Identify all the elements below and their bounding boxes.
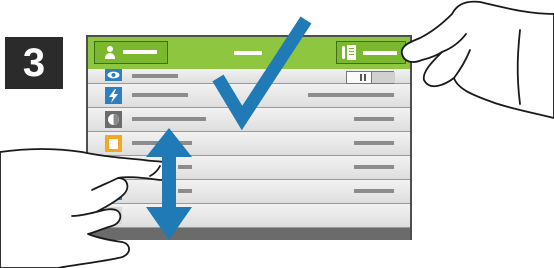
vertical-double-arrow-icon (146, 128, 192, 240)
illustration-overlay (0, 0, 554, 268)
checkmark-icon (212, 16, 312, 131)
pointing-hand-right (400, 0, 554, 119)
